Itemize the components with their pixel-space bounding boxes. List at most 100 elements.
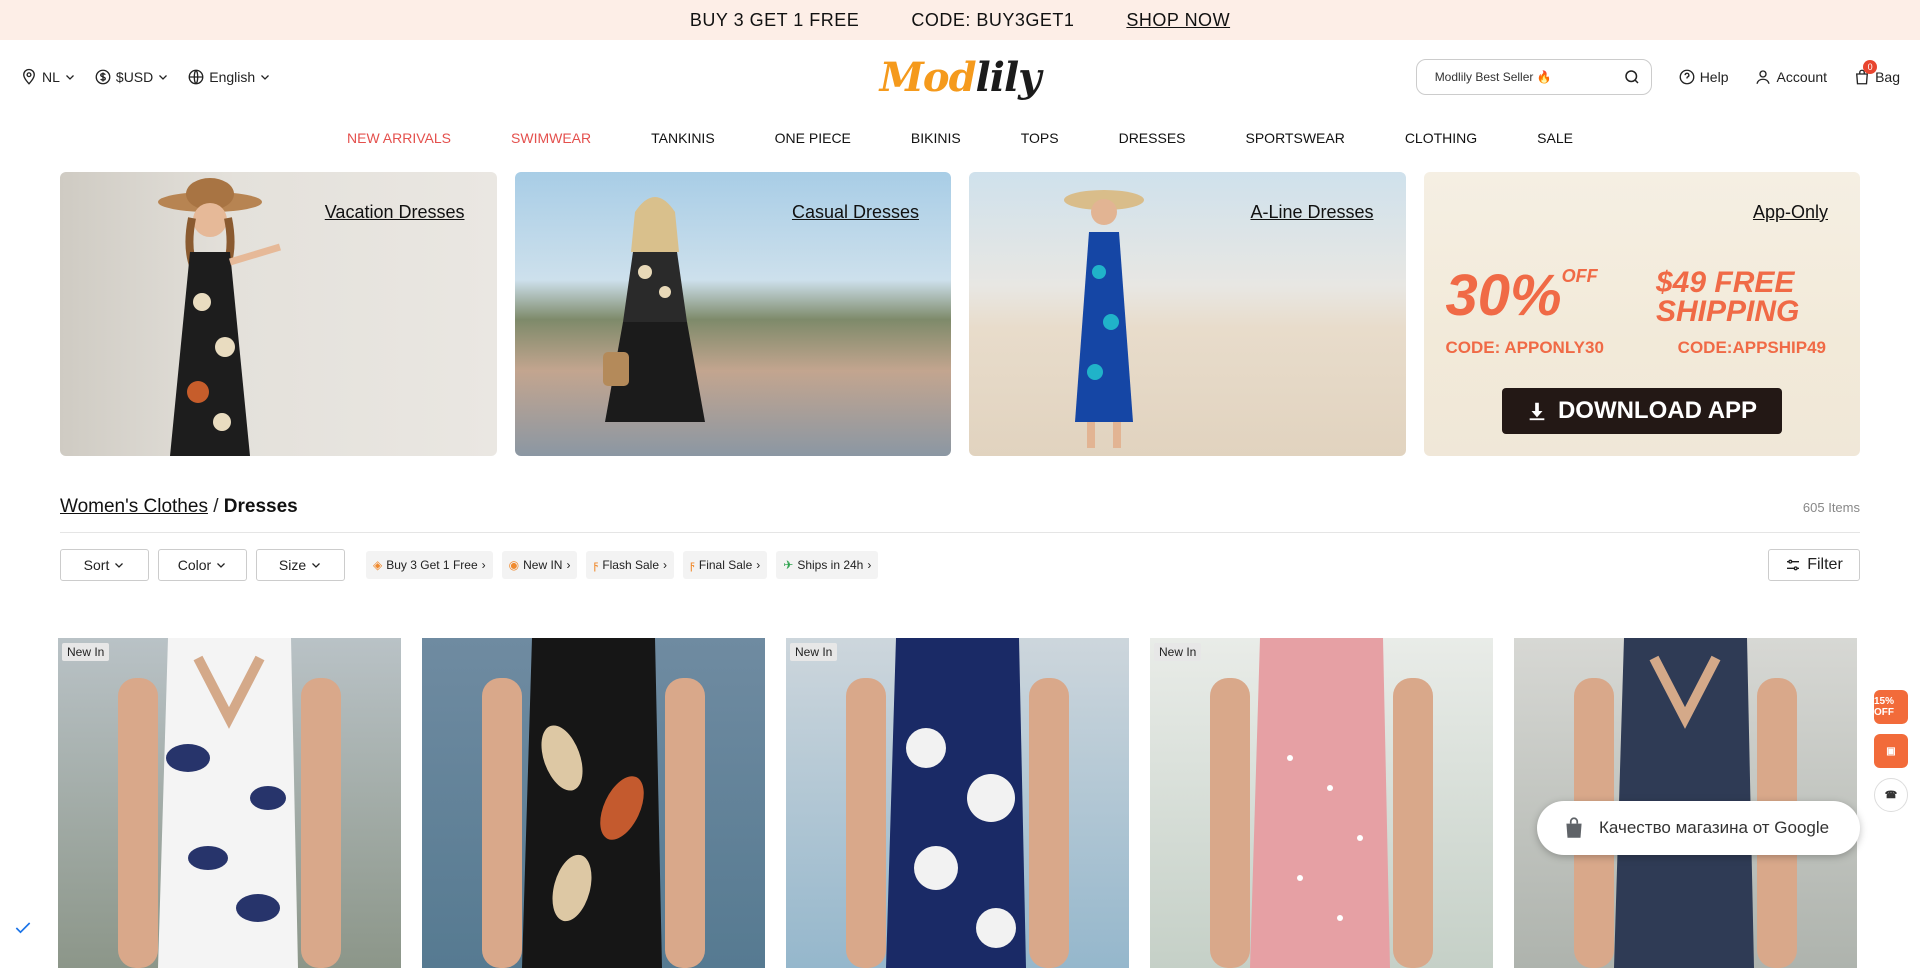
app-free-shipping: $49 FREE SHIPPING <box>1656 268 1826 326</box>
chip-label: New IN <box>523 558 562 572</box>
chevron-down-icon <box>215 559 227 571</box>
language-label: English <box>209 69 255 85</box>
flame-icon: 🔥 <box>1537 70 1552 84</box>
breadcrumb-current: Dresses <box>224 496 298 517</box>
banner-aline-dresses[interactable]: A-Line Dresses <box>969 172 1406 456</box>
size-label: Size <box>279 557 306 573</box>
bag-count-badge: 0 <box>1863 60 1877 74</box>
promo-bar: BUY 3 GET 1 FREE CODE: BUY3GET1 SHOP NOW <box>0 0 1920 40</box>
product-card[interactable]: New In <box>786 638 1129 968</box>
new-in-tag: New In <box>1154 643 1201 661</box>
download-app-label: DOWNLOAD APP <box>1558 397 1757 425</box>
chip-ships-24h[interactable]: ✈ Ships in 24h› <box>776 551 878 579</box>
chevron-right-icon: › <box>663 558 667 572</box>
size-dropdown[interactable]: Size <box>256 549 345 581</box>
nav-new-arrivals[interactable]: NEW ARRIVALS <box>317 130 481 146</box>
chevron-down-icon <box>310 559 322 571</box>
app-code-1: CODE: APPONLY30 <box>1446 338 1604 358</box>
store-bag-icon <box>1561 815 1587 841</box>
google-store-badge[interactable]: Качество магазина от Google <box>1537 801 1860 855</box>
location-label: NL <box>42 69 60 85</box>
chevron-down-icon <box>113 559 125 571</box>
user-icon <box>1754 68 1772 86</box>
chip-new-in[interactable]: ◉ New IN › <box>502 551 578 579</box>
banner-casual-dresses[interactable]: Casual Dresses <box>515 172 952 456</box>
download-icon <box>1526 400 1548 422</box>
discount-widget[interactable]: 15% OFF <box>1874 690 1908 724</box>
app-discount: 30%OFF <box>1446 262 1578 329</box>
chip-label: Buy 3 Get 1 Free <box>386 558 477 572</box>
account-label: Account <box>1776 69 1827 85</box>
bag-link[interactable]: 0 Bag <box>1853 68 1900 86</box>
filter-label: Filter <box>1807 556 1843 574</box>
chip-label: Final Sale <box>699 558 752 572</box>
search-input[interactable]: Modlily Best Seller 🔥 <box>1416 59 1652 95</box>
banner-label-aline: A-Line Dresses <box>1250 202 1373 223</box>
nav-one-piece[interactable]: ONE PIECE <box>745 130 881 146</box>
chip-final-sale[interactable]: ϝ Final Sale› <box>683 551 767 579</box>
banner-app-only[interactable]: App-Only 30%OFF $49 FREE SHIPPING CODE: … <box>1424 172 1861 456</box>
nav-sportswear[interactable]: SPORTSWEAR <box>1216 130 1375 146</box>
chevron-down-icon <box>64 71 76 83</box>
download-app-button[interactable]: DOWNLOAD APP <box>1502 388 1782 434</box>
color-dropdown[interactable]: Color <box>158 549 247 581</box>
headset-icon[interactable]: ☎ <box>1874 778 1908 812</box>
banner-vacation-dresses[interactable]: Vacation Dresses <box>60 172 497 456</box>
nav-dresses[interactable]: DRESSES <box>1089 130 1216 146</box>
chevron-down-icon <box>157 71 169 83</box>
recaptcha-icon[interactable] <box>10 915 36 941</box>
language-selector[interactable]: English <box>187 68 271 86</box>
breadcrumb-separator: / <box>208 496 224 517</box>
nav-sale[interactable]: SALE <box>1507 130 1603 146</box>
new-badge-icon: ◉ <box>509 558 519 572</box>
product-card[interactable]: New In <box>1150 638 1493 968</box>
chevron-right-icon: › <box>867 558 871 572</box>
nav-tops[interactable]: TOPS <box>991 130 1089 146</box>
promo-code: CODE: BUY3GET1 <box>911 10 1074 31</box>
sort-label: Sort <box>84 557 110 573</box>
bag-label: Bag <box>1875 69 1900 85</box>
lightning-icon: ϝ <box>593 558 598 572</box>
banner-label-vacation: Vacation Dresses <box>325 202 465 223</box>
chip-flash-sale[interactable]: ϝ Flash Sale › <box>586 551 674 579</box>
chip-label: Flash Sale <box>602 558 659 572</box>
logo-part-2: lily <box>976 54 1041 101</box>
breadcrumb-parent[interactable]: Women's Clothes <box>60 496 208 517</box>
banner-label-app: App-Only <box>1753 202 1828 223</box>
nav-tankinis[interactable]: TANKINIS <box>621 130 745 146</box>
modlily-logo[interactable]: Modlily <box>880 54 1041 101</box>
app-coupon-icon[interactable]: ▣ <box>1874 734 1908 768</box>
product-image <box>422 638 765 968</box>
account-link[interactable]: Account <box>1754 68 1827 86</box>
google-badge-label: Качество магазина от Google <box>1599 818 1829 838</box>
promo-offer: BUY 3 GET 1 FREE <box>690 10 859 31</box>
filter-button[interactable]: Filter <box>1768 549 1860 581</box>
nav-swimwear[interactable]: SWIMWEAR <box>481 130 621 146</box>
location-selector[interactable]: NL <box>20 68 76 86</box>
color-label: Color <box>178 557 211 573</box>
main-nav: NEW ARRIVALS SWIMWEAR TANKINIS ONE PIECE… <box>0 114 1920 162</box>
product-image <box>786 638 1129 968</box>
product-image <box>58 638 401 968</box>
banner-label-casual: Casual Dresses <box>792 202 919 223</box>
filter-bar: Sort Color Size ◈ Buy 3 Get 1 Free› ◉ Ne… <box>60 549 1860 581</box>
nav-bikinis[interactable]: BIKINIS <box>881 130 991 146</box>
sort-dropdown[interactable]: Sort <box>60 549 149 581</box>
chevron-right-icon: › <box>566 558 570 572</box>
lightning-icon: ϝ <box>690 558 695 572</box>
shop-now-link[interactable]: SHOP NOW <box>1126 10 1230 31</box>
location-pin-icon <box>20 68 38 86</box>
help-label: Help <box>1700 69 1729 85</box>
chip-buy3get1[interactable]: ◈ Buy 3 Get 1 Free› <box>366 551 493 579</box>
currency-selector[interactable]: $USD <box>94 68 169 86</box>
logo-part-1: Mod <box>880 54 976 101</box>
help-link[interactable]: Help <box>1678 68 1729 86</box>
model-image <box>110 172 310 456</box>
nav-clothing[interactable]: CLOTHING <box>1375 130 1507 146</box>
new-in-tag: New In <box>62 643 109 661</box>
app-code-2: CODE:APPSHIP49 <box>1678 338 1826 358</box>
search-icon[interactable] <box>1623 68 1641 86</box>
product-card[interactable]: New In <box>58 638 401 968</box>
product-card[interactable] <box>422 638 765 968</box>
search-query: Modlily Best Seller 🔥 <box>1435 70 1623 84</box>
